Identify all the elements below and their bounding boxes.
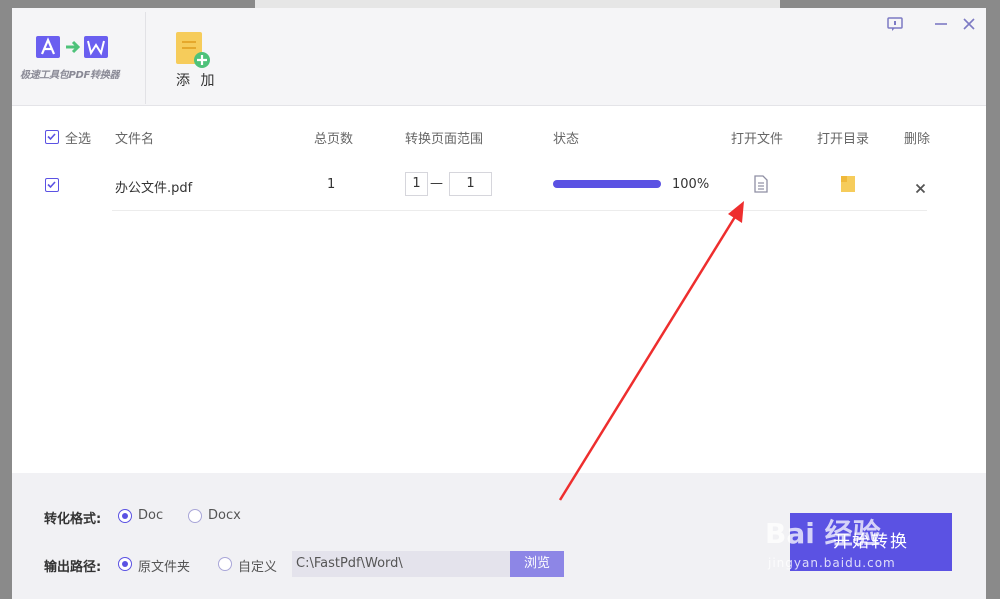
output-path-field[interactable]: C:\FastPdf\Word\: [292, 551, 510, 577]
output-label: 输出路径:: [44, 560, 102, 575]
header-delete: 删除: [904, 132, 931, 147]
minimize-button[interactable]: [933, 16, 949, 36]
table-header: 全选 文件名 总页数 转换页面范围 状态 打开文件 打开目录 删除: [12, 126, 986, 148]
header-open-dir: 打开目录: [817, 132, 870, 147]
output-original-label[interactable]: 原文件夹: [138, 556, 190, 575]
output-original-radio[interactable]: [118, 557, 132, 571]
minimize-icon: [935, 23, 947, 25]
browse-button[interactable]: 浏览: [510, 551, 564, 577]
open-file-button[interactable]: [753, 175, 769, 197]
range-from-input[interactable]: 1: [405, 172, 428, 196]
row-pages: 1: [327, 177, 336, 192]
app-title: 极速工具包PDF转换器: [20, 70, 120, 81]
open-folder-button[interactable]: [840, 175, 856, 197]
toolbar: 极速工具包PDF转换器 添 加: [12, 8, 986, 106]
app-logo: 极速工具包PDF转换器: [20, 32, 140, 88]
check-icon: [47, 133, 56, 141]
check-icon: [47, 181, 56, 189]
format-docx-radio[interactable]: [188, 509, 202, 523]
feedback-button[interactable]: [886, 16, 904, 36]
delete-row-button[interactable]: [915, 179, 926, 198]
add-file-icon: [176, 32, 210, 68]
format-label: 转化格式:: [44, 512, 102, 527]
window-close-button[interactable]: [961, 16, 977, 36]
row-checkbox[interactable]: [45, 178, 59, 192]
progress-percent: 100%: [672, 177, 710, 192]
format-docx-label[interactable]: Docx: [208, 508, 241, 523]
header-range: 转换页面范围: [405, 132, 484, 147]
header-pages: 总页数: [314, 132, 354, 147]
document-icon: [754, 175, 768, 193]
row-filename: 办公文件.pdf: [115, 181, 193, 196]
watermark-url: jingyan.baidu.com: [768, 556, 896, 570]
add-file-label: 添 加: [176, 73, 218, 89]
progress-fill: [553, 180, 661, 188]
output-custom-label[interactable]: 自定义: [238, 556, 277, 575]
conversion-progress-bar: [553, 180, 661, 188]
format-doc-radio[interactable]: [118, 509, 132, 523]
range-separator: —: [430, 176, 443, 191]
app-window: 极速工具包PDF转换器 添 加 全选 文件名 总页数 转换页面范围 状态 打开文…: [12, 8, 986, 599]
toolbar-divider: [145, 12, 146, 104]
close-icon: [963, 18, 975, 30]
header-open-file: 打开文件: [731, 132, 784, 147]
table-row: [112, 170, 927, 211]
add-file-button[interactable]: 添 加: [172, 30, 218, 90]
folder-icon: [841, 176, 855, 192]
format-doc-label[interactable]: Doc: [138, 508, 163, 523]
feedback-icon: [887, 17, 903, 31]
output-custom-radio[interactable]: [218, 557, 232, 571]
header-filename: 文件名: [115, 132, 155, 147]
header-status: 状态: [553, 132, 580, 147]
range-to-input[interactable]: 1: [449, 172, 492, 196]
select-all-label[interactable]: 全选: [65, 128, 91, 147]
pdf-to-word-icon: [36, 36, 108, 58]
close-icon: [915, 183, 926, 194]
select-all-checkbox[interactable]: [45, 130, 59, 144]
background-window-strip: [255, 0, 780, 8]
watermark-brand: Bai 经验: [765, 517, 881, 550]
